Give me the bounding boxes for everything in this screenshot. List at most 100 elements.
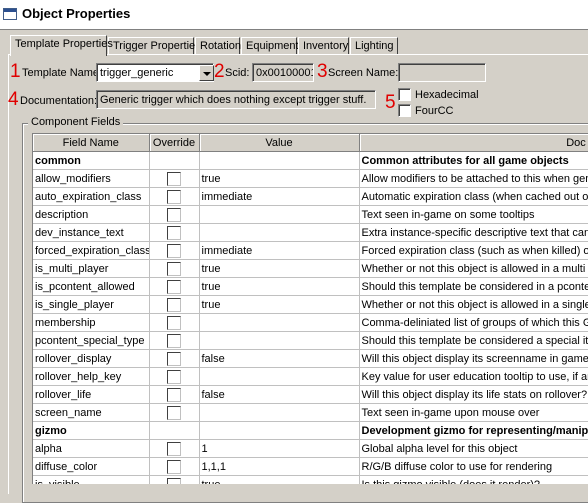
override-checkbox[interactable] (166, 405, 181, 420)
override-checkbox[interactable] (166, 315, 181, 330)
table-row[interactable]: diffuse_color 1,1,1 R/G/B diffuse color to… (33, 457, 588, 476)
override-cell[interactable] (149, 385, 200, 404)
chevron-down-icon[interactable] (199, 65, 214, 81)
screen-name-field[interactable] (398, 63, 486, 82)
table-row[interactable]: description Text seen in-game on some too… (33, 205, 588, 224)
value-cell[interactable] (199, 151, 360, 170)
template-name-label: Template Name: (22, 67, 103, 79)
field-name-cell: gizmo (33, 421, 150, 440)
table-row[interactable]: is_pcontent_allowed true Should this templ… (33, 277, 588, 296)
override-cell[interactable] (149, 295, 200, 314)
table-row[interactable]: auto_expiration_class immediate Automatic … (33, 187, 588, 206)
value-cell[interactable]: 1,1,1 (199, 457, 360, 476)
table-row[interactable]: is_multi_player true Whether or not this o… (33, 259, 588, 278)
doc-cell: Text seen in-game upon mouse over (359, 403, 588, 422)
override-cell[interactable] (149, 241, 200, 260)
table-row[interactable]: forced_expiration_class immediate Forced e… (33, 241, 588, 260)
tab-inventory[interactable]: Inventory (298, 37, 349, 54)
override-cell[interactable] (149, 421, 200, 440)
table-row[interactable]: membership Comma-deliniated list of group… (33, 313, 588, 332)
value-cell[interactable]: false (199, 385, 360, 404)
override-cell[interactable] (149, 457, 200, 476)
documentation-field[interactable]: Generic trigger which does nothing excep… (96, 90, 376, 109)
override-checkbox[interactable] (166, 189, 181, 204)
value-cell[interactable]: true (199, 169, 360, 188)
tab-template-properties[interactable]: Template Properties (10, 35, 113, 56)
override-checkbox[interactable] (166, 459, 181, 474)
value-cell[interactable]: true (199, 259, 360, 278)
tab-lighting[interactable]: Lighting (350, 37, 398, 54)
override-cell[interactable] (149, 277, 200, 296)
override-checkbox[interactable] (166, 369, 181, 384)
tab-rotation[interactable]: Rotation (195, 37, 241, 54)
override-cell[interactable] (149, 205, 200, 224)
override-cell[interactable] (149, 259, 200, 278)
value-cell[interactable] (199, 403, 360, 422)
override-cell[interactable] (149, 313, 200, 332)
value-cell[interactable]: true (199, 277, 360, 296)
table-row[interactable]: allow_modifiers true Allow modifiers to be… (33, 169, 588, 188)
override-cell[interactable] (149, 367, 200, 386)
section-row[interactable]: gizmo Development gizmo for representing/… (33, 421, 588, 440)
override-cell[interactable] (149, 151, 200, 170)
table-row[interactable]: rollover_life false Will this object displ… (33, 385, 588, 404)
table-row[interactable]: is_single_player true Whether or not this … (33, 295, 588, 314)
override-checkbox[interactable] (166, 477, 181, 484)
column-header-override[interactable]: Override (149, 134, 200, 152)
value-cell[interactable]: 1 (199, 439, 360, 458)
table-row[interactable]: rollover_help_key Key value for user educ… (33, 367, 588, 386)
table-row[interactable]: alpha 1 Global alpha level for this object (33, 439, 588, 458)
override-cell[interactable] (149, 187, 200, 206)
override-checkbox[interactable] (166, 333, 181, 348)
override-checkbox[interactable] (166, 297, 181, 312)
value-cell[interactable] (199, 421, 360, 440)
field-name-cell: is_multi_player (33, 259, 150, 278)
override-cell[interactable] (149, 349, 200, 368)
override-cell[interactable] (149, 439, 200, 458)
override-checkbox[interactable] (166, 225, 181, 240)
value-cell[interactable] (199, 313, 360, 332)
doc-cell: Comma-deliniated list of groups of which… (359, 313, 588, 332)
value-cell[interactable] (199, 223, 360, 242)
fourcc-checkbox[interactable] (398, 104, 411, 117)
override-checkbox[interactable] (166, 351, 181, 366)
override-checkbox[interactable] (166, 171, 181, 186)
value-cell[interactable]: true (199, 295, 360, 314)
table-row[interactable]: pcontent_special_type Should this templat… (33, 331, 588, 350)
table-row[interactable]: screen_name Text seen in-game upon mouse … (33, 403, 588, 422)
tab-trigger-properties[interactable]: Trigger Properties (108, 37, 201, 54)
value-cell[interactable] (199, 367, 360, 386)
override-cell[interactable] (149, 169, 200, 188)
override-checkbox[interactable] (166, 261, 181, 276)
column-header-field-name[interactable]: Field Name (33, 134, 150, 152)
value-cell[interactable]: immediate (199, 241, 360, 260)
table-row[interactable]: rollover_display false Will this object di… (33, 349, 588, 368)
component-fields-grid[interactable]: Field Name Override Value Doc common Comm… (32, 133, 588, 484)
scid-field[interactable]: 0x00100001 (252, 63, 314, 82)
value-cell[interactable]: false (199, 349, 360, 368)
annotation-4: 4 (8, 89, 19, 110)
annotation-1: 1 (10, 61, 21, 82)
override-checkbox[interactable] (166, 243, 181, 258)
column-header-doc[interactable]: Doc (359, 134, 588, 152)
hexadecimal-checkbox[interactable] (398, 88, 411, 101)
field-name-cell: is_pcontent_allowed (33, 277, 150, 296)
value-cell[interactable] (199, 331, 360, 350)
field-name-cell: pcontent_special_type (33, 331, 150, 350)
column-header-value[interactable]: Value (199, 134, 360, 152)
header-row: Field Name Override Value Doc (33, 134, 588, 152)
value-cell[interactable]: immediate (199, 187, 360, 206)
tab-equipment[interactable]: Equipment (241, 37, 299, 54)
override-checkbox[interactable] (166, 387, 181, 402)
template-name-combo[interactable]: trigger_generic (96, 63, 214, 82)
override-cell[interactable] (149, 403, 200, 422)
override-checkbox[interactable] (166, 279, 181, 294)
section-row[interactable]: common Common attributes for all game obj… (33, 151, 588, 170)
override-checkbox[interactable] (166, 207, 181, 222)
override-cell[interactable] (149, 331, 200, 350)
value-cell[interactable] (199, 205, 360, 224)
override-checkbox[interactable] (166, 441, 181, 456)
field-name-cell: description (33, 205, 150, 224)
table-row[interactable]: dev_instance_text Extra instance-specific… (33, 223, 588, 242)
override-cell[interactable] (149, 223, 200, 242)
